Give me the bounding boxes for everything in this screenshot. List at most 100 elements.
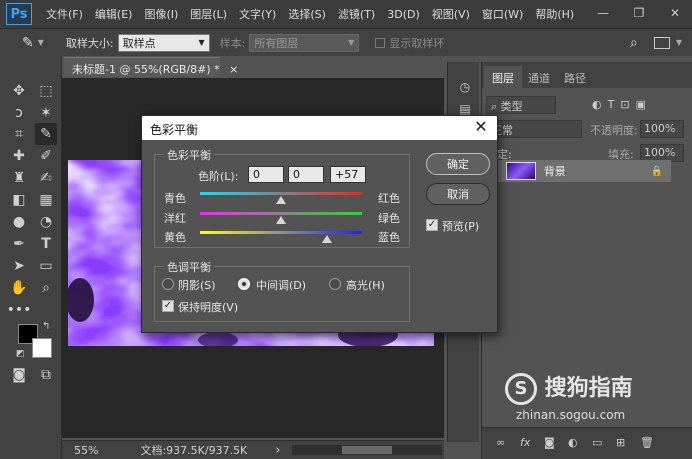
menu-window[interactable]: 窗口(W) xyxy=(482,6,523,22)
slider-cyan-label: 青色 xyxy=(164,192,186,205)
tab-channels[interactable]: 通道 xyxy=(520,66,558,88)
level-yellow-blue-input[interactable]: +57 xyxy=(330,166,366,183)
show-ring-checkbox[interactable] xyxy=(375,37,386,48)
quick-mask-icon[interactable]: ◙ xyxy=(8,364,30,386)
highlights-radio[interactable] xyxy=(329,278,341,290)
sample-size-select[interactable]: 取样点 ▼ xyxy=(117,33,210,52)
zoom-level[interactable]: 55% xyxy=(74,444,98,457)
menu-image[interactable]: 图像(I) xyxy=(144,6,178,22)
brush-tool-icon[interactable]: ✐ xyxy=(35,145,57,167)
healing-brush-tool-icon[interactable]: ✚ xyxy=(8,145,30,167)
shadows-label[interactable]: 阴影(S) xyxy=(178,277,216,293)
preserve-luminosity-checkbox[interactable]: ✓ xyxy=(162,300,174,312)
preview-checkbox[interactable]: ✓ xyxy=(426,219,438,231)
preview-label[interactable]: 预览(P) xyxy=(442,218,479,234)
history-brush-tool-icon[interactable]: ✍ xyxy=(35,167,57,189)
close-window-button[interactable]: ✕ xyxy=(664,6,686,22)
chevron-down-icon[interactable]: ▼ xyxy=(38,38,44,47)
history-panel-icon[interactable]: ◷ xyxy=(454,76,476,98)
menu-view[interactable]: 视图(V) xyxy=(432,6,470,22)
link-layers-icon[interactable]: ∞ xyxy=(496,436,505,449)
sample-size-value: 取样点 xyxy=(122,36,156,50)
dialog-close-button[interactable]: ✕ xyxy=(471,117,491,137)
ok-button[interactable]: 确定 xyxy=(426,153,490,175)
opacity-input[interactable]: 100% xyxy=(640,120,684,138)
status-menu-arrow[interactable]: › xyxy=(275,443,280,458)
marquee-tool-icon[interactable]: ⬚ xyxy=(35,80,57,102)
fx-icon[interactable]: fx xyxy=(520,436,530,449)
tab-paths[interactable]: 路径 xyxy=(556,66,594,88)
path-selection-tool-icon[interactable]: ➤ xyxy=(8,255,30,277)
zoom-tool-icon[interactable]: ⌕ xyxy=(35,277,57,299)
new-group-icon[interactable]: ▭ xyxy=(592,436,602,449)
eyedropper-preset-icon[interactable]: ✎ xyxy=(22,35,34,51)
magenta-green-track[interactable] xyxy=(200,212,362,215)
chevron-down-icon[interactable]: ▼ xyxy=(676,38,682,47)
menu-file[interactable]: 文件(F) xyxy=(46,6,83,22)
menu-select[interactable]: 选择(S) xyxy=(288,6,326,22)
magic-wand-tool-icon[interactable]: ✶ xyxy=(35,102,57,124)
eraser-tool-icon[interactable]: ◧ xyxy=(8,189,30,211)
eyedropper-tool-icon[interactable]: ✎ xyxy=(35,123,57,145)
workspace-icon[interactable] xyxy=(653,36,670,49)
magenta-green-thumb[interactable] xyxy=(276,216,286,224)
search-icon[interactable]: ⌕ xyxy=(630,35,638,51)
layer-filter-select[interactable]: ⌕ 类型 xyxy=(486,96,556,114)
slider-green-label: 绿色 xyxy=(378,212,400,225)
menu-type[interactable]: 文字(Y) xyxy=(239,6,276,22)
yellow-blue-thumb[interactable] xyxy=(322,235,333,243)
crop-tool-icon[interactable]: ⌗ xyxy=(8,123,30,145)
shadows-radio[interactable] xyxy=(162,278,174,290)
close-tab-icon[interactable]: × xyxy=(229,63,238,76)
sample-label: 样本: xyxy=(219,36,246,50)
lasso-tool-icon[interactable]: ↄ xyxy=(8,102,30,124)
menu-bar: Ps 文件(F) 编辑(E) 图像(I) 图层(L) 文字(Y) 选择(S) 滤… xyxy=(0,0,692,28)
background-color-swatch[interactable] xyxy=(32,338,52,358)
menu-help[interactable]: 帮助(H) xyxy=(535,6,574,22)
layer-row-background[interactable]: ◉ 背景 🔒 xyxy=(485,160,671,182)
layer-filter-icons[interactable]: ◐T⊡▣ xyxy=(592,98,652,111)
new-layer-icon[interactable]: ⊞ xyxy=(616,436,625,449)
scrollbar-thumb[interactable] xyxy=(342,446,393,454)
cyan-red-track[interactable] xyxy=(200,192,362,195)
minimize-button[interactable]: — xyxy=(592,6,614,22)
restore-button[interactable]: ❐ xyxy=(628,6,650,22)
level-magenta-green-input[interactable]: 0 xyxy=(288,166,324,183)
move-tool-icon[interactable]: ✥ xyxy=(8,80,30,102)
horizontal-scrollbar[interactable] xyxy=(292,445,443,455)
add-mask-icon[interactable]: ◙ xyxy=(544,436,555,449)
blend-mode-select[interactable]: 正常 xyxy=(486,120,582,138)
highlights-label[interactable]: 高光(H) xyxy=(346,277,385,293)
hand-tool-icon[interactable]: ✋ xyxy=(8,277,30,299)
delete-layer-icon[interactable]: 🗑 xyxy=(640,436,654,449)
clone-stamp-tool-icon[interactable]: ♜ xyxy=(8,167,30,189)
sample-select[interactable]: 所有图层 ▼ xyxy=(249,33,360,52)
photoshop-logo: Ps xyxy=(6,3,32,25)
screen-mode-icon[interactable]: ⧉ xyxy=(35,364,57,386)
more-tools-icon[interactable]: ••• xyxy=(7,299,32,321)
blur-tool-icon[interactable]: ● xyxy=(8,211,30,233)
midtones-label[interactable]: 中间调(D) xyxy=(256,277,306,293)
rectangle-tool-icon[interactable]: ▭ xyxy=(35,255,57,277)
document-tab[interactable]: 未标题-1 @ 55%(RGB/8#) * × xyxy=(64,57,238,77)
level-cyan-red-input[interactable]: 0 xyxy=(248,166,284,183)
midtones-radio[interactable] xyxy=(238,278,250,290)
cyan-red-thumb[interactable] xyxy=(276,196,286,204)
dodge-tool-icon[interactable]: ◔ xyxy=(35,211,57,233)
menu-edit[interactable]: 编辑(E) xyxy=(95,6,133,22)
pen-tool-icon[interactable]: ✒ xyxy=(8,233,30,255)
search-icon: ⌕ xyxy=(491,100,501,113)
gradient-tool-icon[interactable]: ▦ xyxy=(35,189,57,211)
preserve-luminosity-label[interactable]: 保持明度(V) xyxy=(178,299,238,315)
menu-3d[interactable]: 3D(D) xyxy=(387,8,420,21)
slider-magenta-label: 洋红 xyxy=(164,212,186,225)
swap-colors-icon[interactable]: ↰ xyxy=(42,321,50,332)
adjustment-layer-icon[interactable]: ◐ xyxy=(568,436,578,449)
type-tool-icon[interactable]: T xyxy=(35,233,57,255)
cancel-button[interactable]: 取消 xyxy=(426,183,490,205)
tab-layers[interactable]: 图层 xyxy=(484,66,522,88)
menu-filter[interactable]: 滤镜(T) xyxy=(338,6,375,22)
menu-layer[interactable]: 图层(L) xyxy=(190,6,227,22)
default-colors-icon[interactable]: ◩ xyxy=(16,349,25,359)
yellow-blue-track[interactable] xyxy=(200,231,362,234)
